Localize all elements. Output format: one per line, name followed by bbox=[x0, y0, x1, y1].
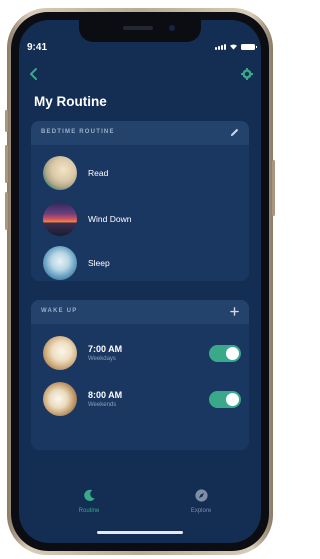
alarm-text: 7:00 AM Weekdays bbox=[88, 344, 122, 362]
app-screen: 9:41 My Routine BEDTIME ROUTINE Read Win… bbox=[19, 20, 261, 543]
toggle-knob bbox=[226, 393, 239, 406]
routine-item-sleep[interactable]: Sleep bbox=[43, 246, 110, 280]
tab-routine[interactable]: Routine bbox=[59, 488, 119, 514]
alarm-text: 8:00 AM Weekends bbox=[88, 390, 122, 408]
alarm-toggle-weekdays[interactable] bbox=[209, 345, 241, 362]
bedtime-routine-header: BEDTIME ROUTINE bbox=[31, 121, 249, 145]
section-label: BEDTIME ROUTINE bbox=[41, 129, 115, 135]
alarm-toggle-weekends[interactable] bbox=[209, 391, 241, 408]
volume-up-button bbox=[5, 145, 8, 183]
signal-icon bbox=[215, 44, 226, 50]
wifi-icon bbox=[230, 44, 237, 50]
pencil-icon[interactable] bbox=[229, 127, 240, 138]
speaker bbox=[123, 26, 153, 30]
read-thumbnail bbox=[43, 156, 77, 190]
status-time: 9:41 bbox=[27, 42, 48, 53]
toggle-knob bbox=[226, 347, 239, 360]
alarm-days: Weekdays bbox=[88, 356, 116, 362]
notch bbox=[79, 20, 201, 42]
wind-down-thumbnail bbox=[43, 202, 77, 236]
alarm-thumbnail bbox=[43, 382, 77, 416]
chevron-left-icon[interactable] bbox=[27, 67, 41, 81]
alarm-row[interactable]: 8:00 AM Weekends bbox=[43, 382, 122, 416]
gear-icon[interactable] bbox=[241, 68, 253, 80]
bedtime-routine-card: BEDTIME ROUTINE Read Wind Down Sleep bbox=[31, 121, 249, 281]
battery-icon bbox=[241, 44, 257, 50]
moon-icon bbox=[83, 489, 95, 502]
wake-up-header: WAKE UP bbox=[31, 300, 249, 324]
home-indicator bbox=[97, 531, 183, 534]
alarm-time: 8:00 AM bbox=[88, 390, 123, 400]
tab-explore[interactable]: Explore bbox=[171, 488, 231, 514]
routine-item-label: Sleep bbox=[88, 258, 110, 268]
routine-item-wind-down[interactable]: Wind Down bbox=[43, 202, 131, 236]
camera bbox=[169, 25, 175, 31]
wake-up-card: WAKE UP 7:00 AM Weekdays 8:00 AM Weekend… bbox=[31, 300, 249, 450]
routine-item-label: Wind Down bbox=[88, 214, 132, 224]
status-icons bbox=[215, 43, 257, 50]
alarm-row[interactable]: 7:00 AM Weekdays bbox=[43, 336, 122, 370]
tab-label: Routine bbox=[78, 508, 100, 514]
sleep-thumbnail bbox=[43, 246, 77, 280]
alarm-days: Weekends bbox=[88, 402, 117, 408]
alarm-thumbnail bbox=[43, 336, 77, 370]
volume-down-button bbox=[5, 192, 8, 230]
plus-icon[interactable] bbox=[229, 306, 240, 317]
mute-switch bbox=[5, 110, 8, 132]
power-button bbox=[272, 160, 275, 216]
tab-label: Explore bbox=[190, 508, 212, 514]
page-title: My Routine bbox=[34, 94, 107, 109]
compass-icon bbox=[194, 489, 208, 502]
routine-item-read[interactable]: Read bbox=[43, 156, 108, 190]
alarm-time: 7:00 AM bbox=[88, 344, 123, 354]
routine-item-label: Read bbox=[88, 168, 109, 178]
section-label: WAKE UP bbox=[41, 308, 78, 314]
